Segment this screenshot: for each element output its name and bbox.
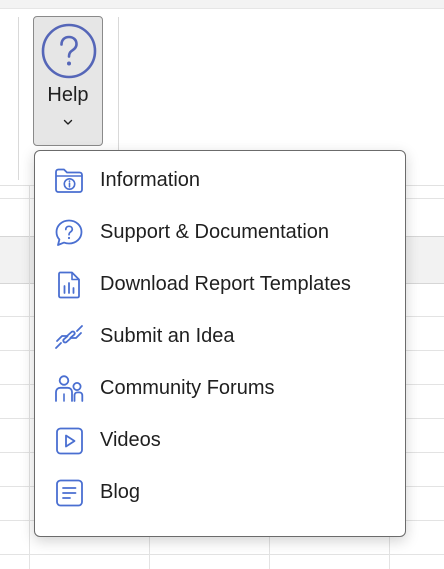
menu-item-label: Videos xyxy=(100,429,161,451)
chevron-down-icon xyxy=(63,119,73,125)
menu-item-information[interactable]: Information xyxy=(35,157,405,205)
title-strip xyxy=(0,0,444,9)
app-window: Help Information Support & Documentation xyxy=(0,0,444,569)
menu-item-label: Support & Documentation xyxy=(100,221,330,243)
ribbon-divider xyxy=(18,17,19,180)
menu-item-blog[interactable]: Blog xyxy=(35,469,405,517)
menu-item-label: Community Forums xyxy=(100,377,275,399)
help-button-label: Help xyxy=(47,84,89,106)
question-circle-icon xyxy=(41,23,97,79)
document-lines-icon xyxy=(56,479,83,507)
handshake-idea-icon xyxy=(55,325,83,349)
grid-col-line xyxy=(29,186,30,569)
chat-question-icon xyxy=(55,219,83,246)
help-button[interactable]: Help xyxy=(33,16,103,146)
video-play-icon xyxy=(56,427,83,455)
help-dropdown-menu: Information Support & Documentation Down… xyxy=(34,150,406,537)
menu-item-submit-an-idea[interactable]: Submit an Idea xyxy=(35,313,405,361)
menu-item-community-forums[interactable]: Community Forums xyxy=(35,365,405,413)
folder-info-icon xyxy=(55,168,83,193)
menu-item-label: Information xyxy=(100,169,201,191)
menu-item-label: Download Report Templates xyxy=(100,273,351,295)
menu-item-videos[interactable]: Videos xyxy=(35,417,405,465)
menu-item-label: Submit an Idea xyxy=(100,325,235,347)
report-chart-icon xyxy=(58,271,80,299)
menu-item-label: Blog xyxy=(100,481,141,503)
grid-row-line xyxy=(0,554,444,555)
people-icon xyxy=(55,375,84,402)
ribbon-divider xyxy=(118,17,119,153)
menu-item-download-report-templates[interactable]: Download Report Templates xyxy=(35,261,405,309)
menu-item-support-documentation[interactable]: Support & Documentation xyxy=(35,209,405,257)
